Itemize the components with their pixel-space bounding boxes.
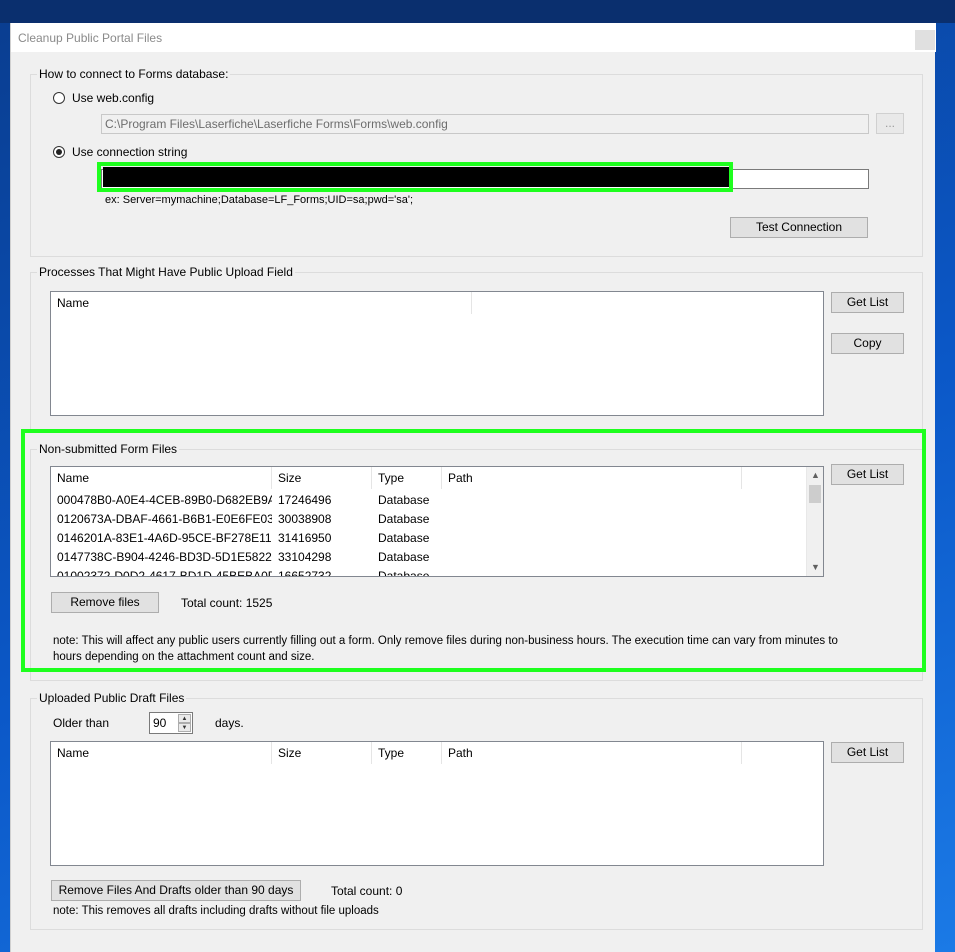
stepper-up-icon[interactable]: ▲ [178, 714, 191, 723]
drafts-files-list[interactable]: Name Size Type Path [50, 741, 824, 866]
processes-col-name[interactable]: Name [51, 292, 472, 314]
use-webconfig-radio[interactable] [53, 92, 65, 104]
remove-drafts-button[interactable]: Remove Files And Drafts older than 90 da… [51, 880, 301, 901]
drafts-note: note: This removes all drafts including … [53, 905, 379, 917]
use-webconfig-label[interactable]: Use web.config [72, 91, 154, 105]
drafts-total-count: Total count: 0 [331, 884, 403, 898]
processes-get-list-button[interactable]: Get List [831, 292, 904, 313]
connection-example-text: ex: Server=mymachine;Database=LF_Forms;U… [105, 194, 414, 206]
use-connstring-radio[interactable] [53, 146, 65, 158]
radio-selected-dot [56, 149, 62, 155]
older-than-value: 90 [153, 716, 167, 730]
use-connstring-label[interactable]: Use connection string [72, 145, 187, 159]
drafts-col-size[interactable]: Size [272, 742, 372, 764]
processes-list[interactable]: Name [50, 291, 824, 416]
nonsubmitted-highlight [21, 429, 926, 672]
drafts-col-type[interactable]: Type [372, 742, 442, 764]
drafts-col-path[interactable]: Path [442, 742, 742, 764]
stepper-down-icon[interactable]: ▼ [178, 723, 191, 732]
processes-group-label: Processes That Might Have Public Upload … [37, 265, 295, 279]
drafts-col-name[interactable]: Name [51, 742, 272, 764]
drafts-get-list-button[interactable]: Get List [831, 742, 904, 763]
older-than-stepper[interactable]: 90 ▲ ▼ [149, 712, 193, 734]
desktop-top-strip [0, 0, 955, 23]
drafts-group-label: Uploaded Public Draft Files [37, 691, 187, 705]
processes-copy-button[interactable]: Copy [831, 333, 904, 354]
cleanup-window: Cleanup Public Portal Files How to conne… [10, 23, 936, 952]
browse-button[interactable]: ... [876, 113, 904, 134]
window-title: Cleanup Public Portal Files [18, 31, 163, 45]
older-than-label: Older than [53, 716, 110, 730]
connection-string-highlight [97, 162, 733, 192]
webconfig-path-field[interactable]: C:\Program Files\Laserfiche\Laserfiche F… [101, 114, 869, 134]
connection-group-label: How to connect to Forms database: [37, 67, 231, 81]
close-button[interactable] [915, 30, 935, 50]
days-label: days. [215, 716, 244, 730]
test-connection-button[interactable]: Test Connection [730, 217, 868, 238]
title-bar: Cleanup Public Portal Files [11, 23, 936, 52]
